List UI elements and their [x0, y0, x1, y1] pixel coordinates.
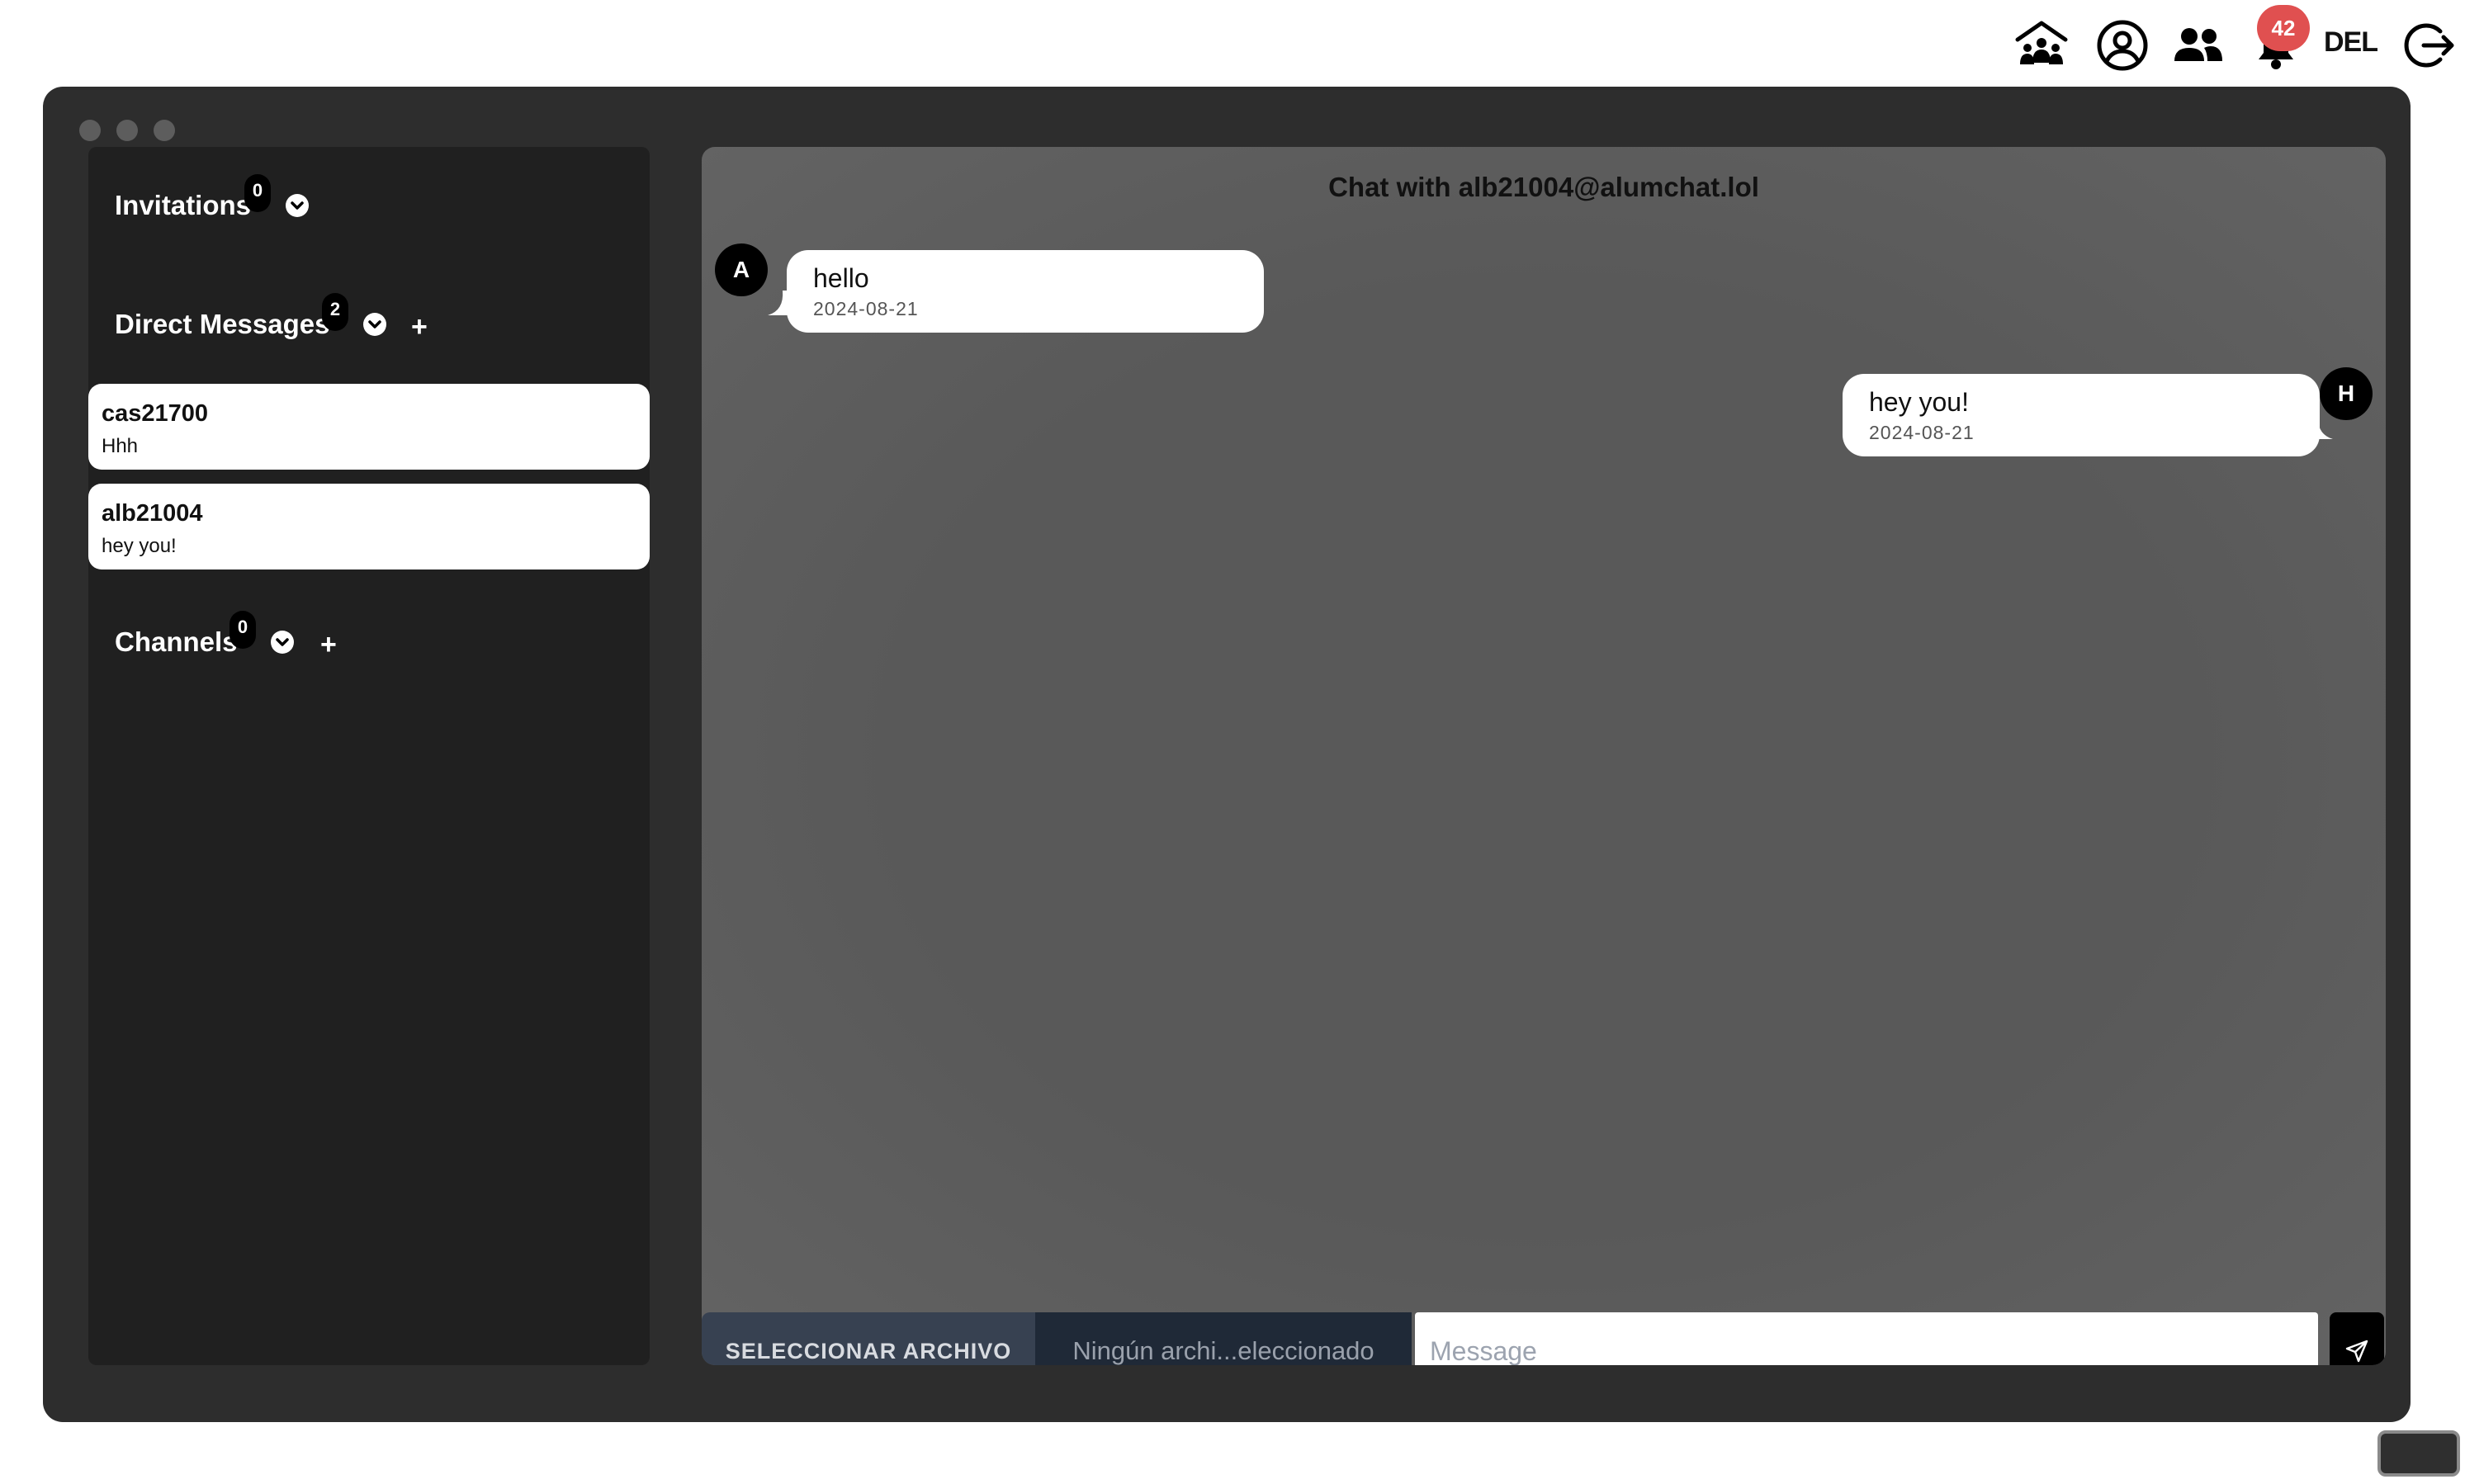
- message-text: hey you!: [1869, 387, 1969, 417]
- user-circle-icon[interactable]: [2095, 18, 2150, 73]
- notification-count-badge: 42: [2257, 5, 2310, 51]
- dm-name: alb21004: [102, 500, 203, 527]
- window-dot-close[interactable]: [79, 120, 101, 141]
- community-icon[interactable]: [2014, 18, 2069, 73]
- message-bubble: hey you! 2024-08-21: [1843, 374, 2320, 456]
- send-icon: [2345, 1340, 2368, 1363]
- sidebar: Invitations 0 Direct Messages 2 + cas217…: [88, 147, 650, 1365]
- window-dot-minimize[interactable]: [116, 120, 138, 141]
- app-window: Invitations 0 Direct Messages 2 + cas217…: [43, 87, 2411, 1422]
- invitations-chevron-down-icon[interactable]: [286, 194, 309, 217]
- add-direct-message-icon[interactable]: +: [411, 313, 428, 341]
- avatar: H: [2320, 367, 2373, 420]
- send-button[interactable]: [2330, 1312, 2384, 1365]
- dm-item-alb21004[interactable]: alb21004 hey you!: [88, 484, 650, 569]
- message-date: 2024-08-21: [813, 298, 919, 319]
- message-text: hello: [813, 263, 869, 293]
- logout-icon[interactable]: [2402, 18, 2457, 73]
- dm-preview: Hhh: [102, 435, 139, 457]
- chat-panel: Chat with alb21004@alumchat.lol A hello …: [702, 147, 2386, 1365]
- invitations-count-badge: 0: [244, 174, 271, 212]
- avatar: A: [715, 243, 768, 296]
- message-date: 2024-08-21: [1869, 422, 1975, 443]
- dm-item-cas21700[interactable]: cas21700 Hhh: [88, 384, 650, 470]
- users-icon[interactable]: [2171, 18, 2226, 73]
- channels-chevron-down-icon[interactable]: [271, 631, 294, 654]
- corner-widget[interactable]: [2377, 1430, 2460, 1477]
- direct-messages-chevron-down-icon[interactable]: [363, 313, 386, 336]
- chat-title: Chat with alb21004@alumchat.lol: [1328, 172, 1759, 202]
- selected-file-name: Ningún archi...eleccionado: [1035, 1312, 1412, 1365]
- window-dot-maximize[interactable]: [154, 120, 175, 141]
- dm-name: cas21700: [102, 400, 209, 427]
- direct-messages-count-badge: 2: [322, 293, 348, 331]
- del-label[interactable]: DEL: [2324, 26, 2378, 59]
- message-bubble: hello 2024-08-21: [787, 250, 1264, 333]
- channels-title[interactable]: Channels: [115, 626, 238, 658]
- channels-count-badge: 0: [229, 611, 256, 649]
- dm-preview: hey you!: [102, 535, 177, 557]
- invitations-title[interactable]: Invitations: [115, 190, 251, 221]
- add-channel-icon[interactable]: +: [320, 631, 337, 659]
- select-file-button[interactable]: SELECCIONAR ARCHIVO: [702, 1312, 1035, 1365]
- message-input[interactable]: [1415, 1312, 2318, 1365]
- direct-messages-title[interactable]: Direct Messages: [115, 309, 329, 340]
